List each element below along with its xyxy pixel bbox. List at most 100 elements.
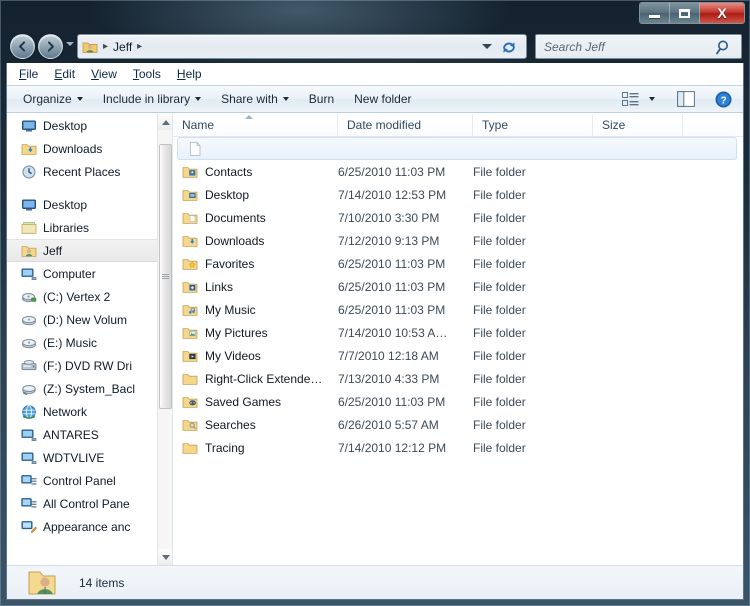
table-row[interactable]: My Music 6/25/2010 11:03 PM File folder	[173, 298, 743, 321]
sidebar-item-all-control-pane[interactable]: All Control Pane	[7, 492, 172, 515]
column-header-type[interactable]: Type	[473, 113, 593, 137]
address-bar-row: ▸ Jeff ▸	[0, 30, 750, 63]
sidebar-item-d-new-volum[interactable]: (D:) New Volum	[7, 308, 172, 331]
search-icon	[716, 40, 728, 54]
sidebar-item-label: (C:) Vertex 2	[43, 289, 111, 304]
sidebar-item-label: (E:) Music	[43, 335, 97, 350]
user-folder-icon	[28, 571, 56, 594]
new-folder-button[interactable]: New folder	[344, 87, 421, 111]
file-date-cell: 6/25/2010 11:03 PM	[338, 302, 446, 317]
menu-file[interactable]: File	[19, 67, 38, 81]
table-row[interactable]: Saved Games 6/25/2010 11:03 PM File folder	[173, 390, 743, 413]
file-size-cell	[593, 436, 683, 459]
chevron-down-icon	[76, 97, 83, 101]
file-name-cell: Downloads	[173, 229, 338, 252]
organize-button[interactable]: Organize	[13, 87, 93, 111]
table-row[interactable]: Desktop 7/14/2010 12:53 PM File folder	[173, 183, 743, 206]
file-size-cell	[598, 137, 688, 160]
downloads-icon	[21, 143, 37, 155]
maximize-button[interactable]	[670, 3, 700, 23]
network-drive-icon	[22, 384, 36, 395]
file-list-pane: Name Date modified Type Size Contacts 6/2…	[173, 113, 743, 565]
favorites-folder-icon	[182, 258, 198, 270]
file-size-cell	[593, 183, 683, 206]
help-button[interactable]: ?	[710, 88, 737, 111]
change-view-button[interactable]	[617, 89, 644, 110]
column-header-name[interactable]: Name	[173, 113, 338, 137]
sidebar-item-appearance-anc[interactable]: Appearance anc	[7, 515, 172, 538]
minimize-button[interactable]	[640, 3, 670, 23]
burn-button[interactable]: Burn	[299, 87, 344, 111]
table-row[interactable]: Downloads 7/12/2010 9:13 PM File folder	[173, 229, 743, 252]
search-input[interactable]	[536, 39, 714, 54]
include-in-library-button[interactable]: Include in library	[93, 87, 211, 111]
chevron-down-icon	[161, 554, 170, 560]
share-with-button[interactable]: Share with	[211, 87, 299, 111]
table-row[interactable]	[177, 137, 737, 160]
sidebar-item-c-vertex-2[interactable]: (C:) Vertex 2	[7, 285, 172, 308]
sidebar-item-computer[interactable]: Computer	[7, 262, 172, 285]
sidebar-item-downloads[interactable]: Downloads	[7, 137, 172, 160]
table-row[interactable]: Contacts 6/25/2010 11:03 PM File folder	[173, 160, 743, 183]
folder-icon	[182, 442, 198, 454]
sidebar-item-antares[interactable]: ANTARES	[7, 423, 172, 446]
history-dropdown-icon[interactable]	[66, 42, 74, 46]
scroll-down-button[interactable]	[158, 549, 172, 565]
sidebar-item-network[interactable]: Network	[7, 400, 172, 423]
file-name-cell: Links	[173, 275, 338, 298]
sidebar-item-desktop[interactable]: Desktop	[7, 114, 172, 137]
column-header-date-modified[interactable]: Date modified	[338, 113, 473, 137]
sidebar-item-wdtvlive[interactable]: WDTVLIVE	[7, 446, 172, 469]
address-dropdown-icon[interactable]	[482, 44, 492, 49]
status-bar: 14 items	[7, 565, 743, 599]
table-row[interactable]: My Videos 7/7/2010 12:18 AM File folder	[173, 344, 743, 367]
sidebar-item-z-system-bacl[interactable]: (Z:) System_Bacl	[7, 377, 172, 400]
table-row[interactable]: Searches 6/26/2010 5:57 AM File folder	[173, 413, 743, 436]
sidebar-item-jeff[interactable]: Jeff	[7, 239, 172, 262]
dvd-drive-icon	[21, 359, 37, 370]
menu-view-accel: V	[91, 66, 99, 81]
sidebar-item-f-dvd-rw-dri[interactable]: (F:) DVD RW Dri	[7, 354, 172, 377]
scroll-up-button[interactable]	[158, 114, 172, 130]
forward-button[interactable]	[38, 34, 63, 59]
sidebar-item-control-panel[interactable]: Control Panel	[7, 469, 172, 492]
status-item-count: 14 items	[79, 575, 125, 590]
table-row[interactable]: Right-Click Extende… 7/13/2010 4:33 PM Fil…	[173, 367, 743, 390]
sidebar-item-recent-places[interactable]: Recent Places	[7, 160, 172, 183]
sidebar-item-e-music[interactable]: (E:) Music	[7, 331, 172, 354]
table-row[interactable]: Links 6/25/2010 11:03 PM File folder	[173, 275, 743, 298]
change-view-dropdown[interactable]	[644, 94, 660, 104]
chevron-down-icon	[195, 97, 202, 101]
table-row[interactable]: Favorites 6/25/2010 11:03 PM File folder	[173, 252, 743, 275]
navigation-group-gap	[7, 183, 172, 193]
scrollbar-thumb[interactable]	[159, 144, 172, 409]
refresh-button[interactable]	[498, 39, 520, 56]
breadcrumb-separator-trailing[interactable]: ▸	[137, 41, 142, 52]
sidebar-item-desktop[interactable]: Desktop	[7, 193, 172, 216]
search-box[interactable]	[535, 34, 742, 59]
preview-pane-button[interactable]	[672, 88, 700, 110]
address-bar[interactable]: ▸ Jeff ▸	[77, 34, 527, 59]
sidebar-item-libraries[interactable]: Libraries	[7, 216, 172, 239]
menu-help[interactable]: Help	[177, 67, 202, 81]
breadcrumb-jeff[interactable]: Jeff	[113, 40, 132, 54]
table-row[interactable]: Documents 7/10/2010 3:30 PM File folder	[173, 206, 743, 229]
menu-tools[interactable]: Tools	[133, 67, 161, 81]
close-button[interactable]: X	[700, 3, 744, 23]
back-button[interactable]	[10, 34, 35, 59]
file-name-label: Documents	[205, 210, 266, 225]
burn-label: Burn	[308, 92, 335, 106]
menu-edit[interactable]: Edit	[54, 67, 75, 81]
navigation-scrollbar[interactable]	[157, 114, 172, 565]
file-type-cell: File folder	[473, 440, 526, 455]
file-date-cell: 7/14/2010 10:53 A…	[338, 325, 448, 340]
table-row[interactable]: My Pictures 7/14/2010 10:53 A… File folder	[173, 321, 743, 344]
file-date-cell: 6/26/2010 5:57 AM	[338, 417, 439, 432]
menu-view[interactable]: View	[91, 67, 117, 81]
column-header-size[interactable]: Size	[593, 113, 683, 137]
desktop-folder-icon	[182, 189, 198, 201]
table-row[interactable]: Tracing 7/14/2010 12:12 PM File folder	[173, 436, 743, 459]
menu-bar: File Edit View Tools Help	[7, 63, 743, 85]
file-name-label: My Music	[205, 302, 256, 317]
file-size-cell	[593, 252, 683, 275]
